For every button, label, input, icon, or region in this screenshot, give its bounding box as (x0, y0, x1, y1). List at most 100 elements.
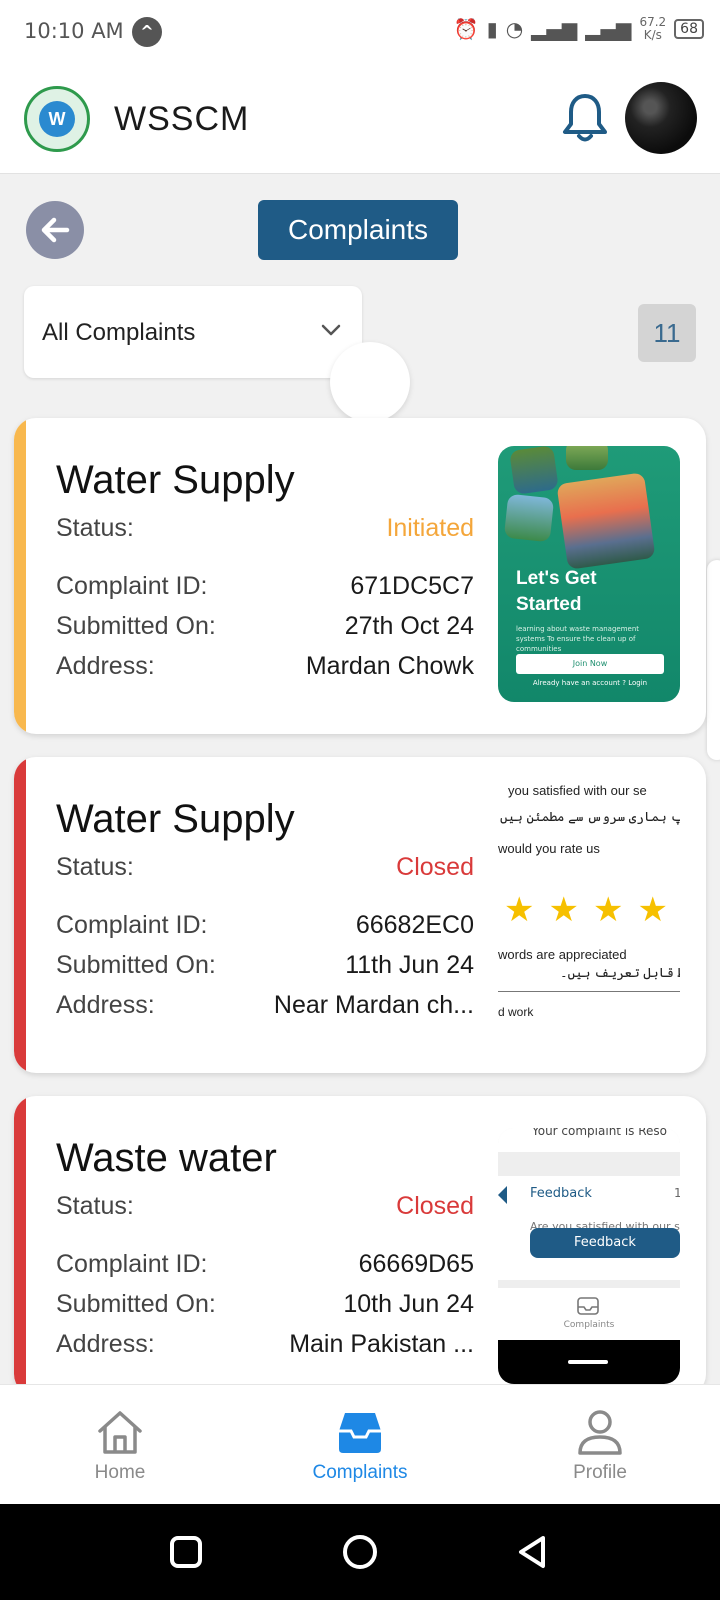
page-title: Complaints (258, 200, 458, 260)
thumb-text: you satisfied with our se (508, 785, 647, 798)
app-logo: W (24, 86, 90, 152)
complaint-id-row: Complaint ID: 66682EC0 (56, 911, 474, 940)
floating-circle (330, 342, 410, 422)
thumb-photo (509, 446, 559, 495)
network-speed: 67.2 K/s (639, 16, 666, 42)
address-label: Address: (56, 991, 155, 1019)
complaint-id-row: Complaint ID: 66669D65 (56, 1250, 474, 1279)
recents-icon[interactable] (168, 1534, 204, 1570)
arrow-left-icon (41, 217, 70, 243)
thumb-heading-line: Let's Get (516, 568, 597, 589)
thumb-photo (556, 472, 656, 570)
address-label: Address: (56, 1330, 155, 1358)
bell-icon[interactable] (560, 92, 610, 144)
thumb-photo (566, 446, 608, 470)
complaint-id-label: Complaint ID: (56, 911, 208, 939)
thumb-heading-line: Started (516, 594, 582, 615)
system-nav-bar (0, 1504, 720, 1600)
complaint-image[interactable]: you satisfied with our se آپ ہماری سروس … (498, 785, 680, 1041)
address-value: Main Pakistan ... (289, 1330, 474, 1358)
filter-value: All Complaints (42, 319, 196, 346)
home-indicator (568, 1360, 608, 1364)
bottom-nav: Home Complaints Profile (0, 1384, 720, 1504)
status-stripe (14, 418, 26, 734)
complaint-title: Waste water (56, 1136, 277, 1180)
complaint-title: Water Supply (56, 458, 295, 502)
thumb-text: d work (498, 1005, 534, 1019)
submitted-label: Submitted On: (56, 1290, 216, 1318)
submitted-label: Submitted On: (56, 951, 216, 979)
complaint-count-badge: 11 (638, 304, 696, 362)
nav-home[interactable]: Home (40, 1385, 200, 1505)
wifi-icon: ◔ (505, 17, 524, 41)
submitted-row: Submitted On: 27th Oct 24 (56, 612, 474, 641)
inbox-icon (339, 1413, 381, 1453)
complaint-card[interactable]: Water Supply Status: Initiated Complaint… (14, 418, 706, 734)
status-time: 10:10 AM (24, 19, 124, 43)
status-value: Initiated (386, 514, 474, 542)
submitted-label: Submitted On: (56, 612, 216, 640)
thumb-nav: Complaints (498, 1288, 680, 1340)
complaint-card[interactable]: Water Supply Status: Closed Complaint ID… (14, 757, 706, 1073)
app-bar: W WSSCM (0, 66, 720, 174)
status-value: Closed (396, 1192, 474, 1220)
thumb-sub: learning about waste management systems … (516, 625, 640, 653)
avatar[interactable] (625, 82, 697, 154)
address-label: Address: (56, 652, 155, 680)
thumb-heading: Let's Get Started (516, 566, 597, 618)
status-row: Status: Closed (56, 853, 474, 882)
submitted-row: Submitted On: 10th Jun 24 (56, 1290, 474, 1319)
thumb-login: Already have an account ? Login (532, 679, 648, 687)
complaint-filter-dropdown[interactable]: All Complaints (24, 286, 362, 378)
edge-panel-handle[interactable] (707, 560, 720, 760)
status-value: Closed (396, 853, 474, 881)
complaint-card[interactable]: Waste water Status: Closed Complaint ID:… (14, 1096, 706, 1396)
divider (498, 991, 680, 992)
thumb-top: Your complaint is Reso (498, 1128, 680, 1152)
complaint-id-row: Complaint ID: 671DC5C7 (56, 572, 474, 601)
app-title: WSSCM (114, 100, 250, 138)
vibrate-icon: ▮ (486, 17, 498, 41)
signal-icon: ▂▄▆ (531, 17, 578, 41)
alarm-icon: ⏰ (453, 17, 479, 41)
nav-profile[interactable]: Profile (520, 1385, 680, 1505)
thumb-text: words are appreciated (498, 947, 627, 962)
thumb-text: 1 (674, 1186, 680, 1200)
star-icon: ★ (548, 890, 579, 930)
thumb-text: آپ ہماری سروس سے مطمئن ہیں (500, 809, 680, 824)
status-row: Status: Initiated (56, 514, 474, 543)
signal-icon-2: ▂▄▆ (585, 17, 632, 41)
home-circle-icon[interactable] (340, 1534, 380, 1574)
status-label: Status: (56, 514, 134, 542)
nav-profile-label: Profile (573, 1462, 627, 1483)
status-stripe (14, 757, 26, 1073)
address-row: Address: Main Pakistan ... (56, 1330, 474, 1359)
back-triangle-icon[interactable] (515, 1534, 551, 1570)
thumb-system-bar (498, 1340, 680, 1384)
thumb-feedback-button: Feedback (530, 1228, 680, 1258)
thumb-photo (503, 493, 555, 543)
system-icons: ⏰ ▮ ◔ ▂▄▆ ▂▄▆ 67.2 K/s 68 (454, 16, 704, 42)
inbox-icon (577, 1297, 599, 1315)
thumb-text: اظ قابل تعریف ہیں۔ (560, 965, 680, 980)
status-label: Status: (56, 1192, 134, 1220)
thumb-join: Join Now (516, 654, 664, 674)
submitted-value: 27th Oct 24 (344, 612, 474, 640)
complaint-image[interactable]: Let's Get Started learning about waste m… (498, 446, 680, 702)
nav-complaints[interactable]: Complaints (280, 1385, 440, 1505)
thumb-text: Feedback (530, 1186, 592, 1201)
thumb-text: would you rate us (498, 841, 600, 856)
star-icon: ★ (504, 890, 535, 930)
status-label: Status: (56, 853, 134, 881)
complaint-id-value: 66669D65 (358, 1250, 474, 1278)
back-button[interactable] (26, 201, 84, 259)
status-bar: 10:10 AM ^ ⏰ ▮ ◔ ▂▄▆ ▂▄▆ 67.2 K/s 68 (0, 0, 720, 66)
address-value: Mardan Chowk (305, 652, 474, 680)
complaint-id-value: 671DC5C7 (350, 572, 474, 600)
complaint-id-label: Complaint ID: (56, 572, 208, 600)
speed-unit: K/s (643, 28, 662, 42)
nav-home-label: Home (94, 1462, 146, 1483)
status-stripe (14, 1096, 26, 1396)
home-icon (98, 1411, 142, 1454)
complaint-image[interactable]: Your complaint is Reso Feedback 1 Are yo… (498, 1128, 680, 1384)
